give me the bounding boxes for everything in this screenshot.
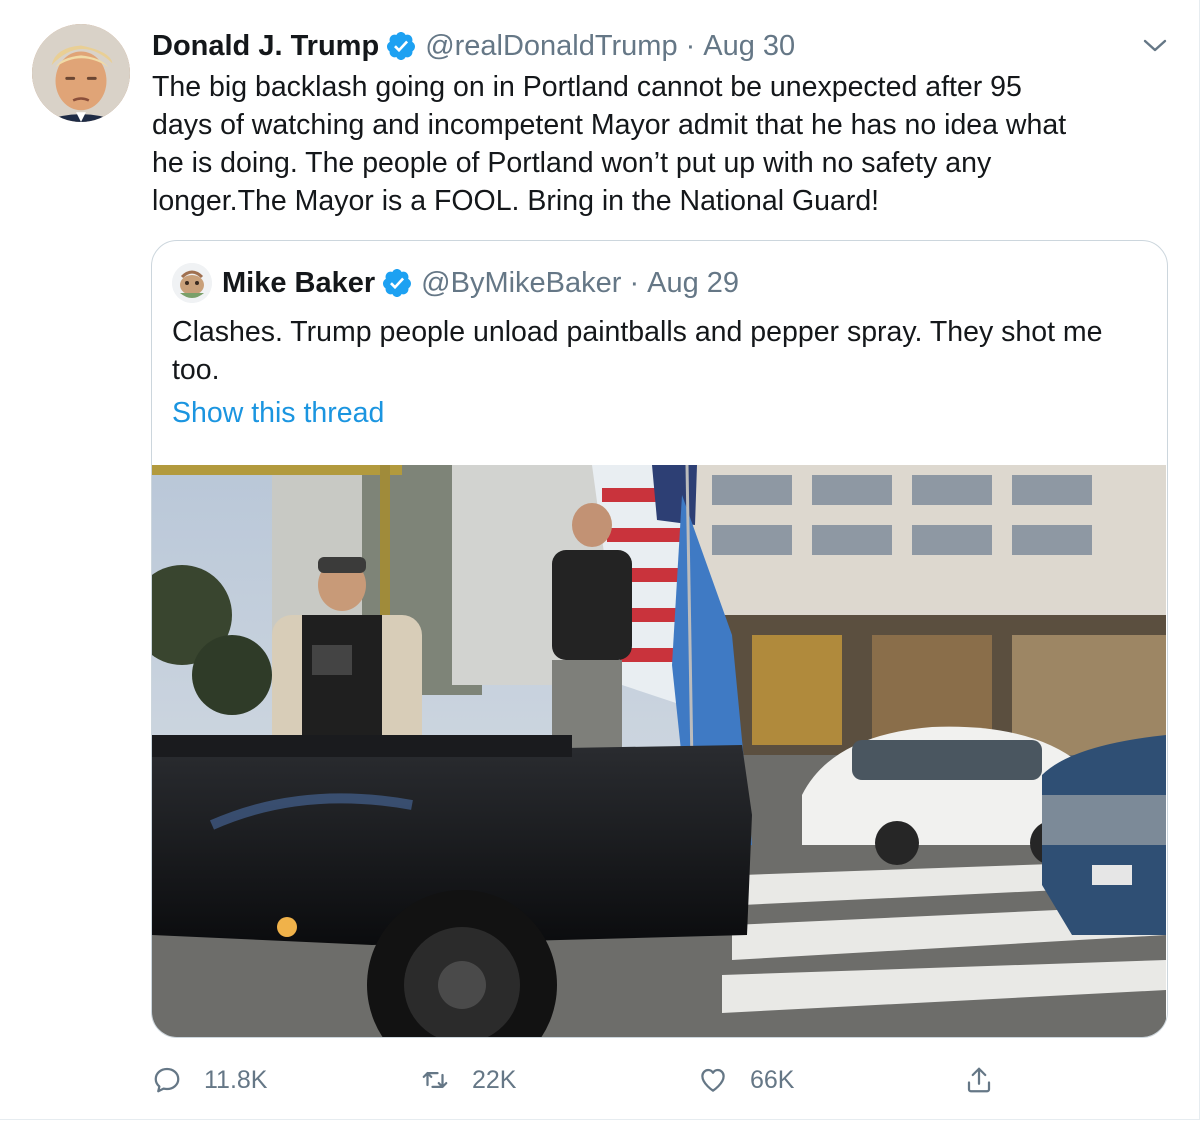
share-icon <box>967 1067 991 1093</box>
quoted-tweet[interactable]: Mike Baker @ByMikeBaker · Aug 29 Clashes… <box>151 240 1168 1038</box>
tweet-text: The big backlash going on in Portland ca… <box>152 71 1067 217</box>
verified-badge-icon <box>385 30 417 62</box>
heart-icon <box>701 1068 725 1092</box>
quoted-author-avatar-image <box>172 263 212 303</box>
reply-icon <box>154 1067 180 1093</box>
tweet-card[interactable]: Donald J. Trump @realDonaldTrump · Aug 3… <box>0 0 1200 1120</box>
quoted-tweet-date[interactable]: Aug 29 <box>647 267 739 300</box>
share-button[interactable] <box>964 1060 994 1100</box>
street-scene-image <box>152 465 1166 1037</box>
author-avatar-image <box>32 24 130 122</box>
quoted-author-avatar[interactable] <box>172 263 212 303</box>
separator-dot: · <box>685 29 696 62</box>
retweet-button[interactable]: 22K <box>420 1060 516 1100</box>
author-name[interactable]: Donald J. Trump <box>152 30 379 63</box>
quoted-tweet-text: Clashes. Trump people unload paintballs … <box>172 316 1103 386</box>
quoted-tweet-header: Mike Baker @ByMikeBaker · Aug 29 <box>172 263 739 303</box>
separator-dot: · <box>629 266 640 299</box>
author-avatar[interactable] <box>32 24 130 122</box>
tweet-actions: 11.8K 22K 66K <box>152 1060 1052 1100</box>
like-button[interactable]: 66K <box>698 1060 794 1100</box>
video-thumbnail[interactable] <box>152 465 1166 1037</box>
show-thread-link[interactable]: Show this thread <box>172 397 384 430</box>
retweet-icon <box>422 1072 448 1088</box>
reply-count: 11.8K <box>204 1065 268 1094</box>
author-handle[interactable]: @realDonaldTrump <box>425 30 677 63</box>
verified-badge-icon <box>381 267 413 299</box>
reply-button[interactable]: 11.8K <box>152 1060 267 1100</box>
quoted-author-name[interactable]: Mike Baker <box>222 267 375 300</box>
tweet-header: Donald J. Trump @realDonaldTrump · Aug 3… <box>152 26 1159 66</box>
chevron-down-icon[interactable] <box>1141 34 1169 58</box>
like-count: 66K <box>750 1065 795 1094</box>
tweet-date[interactable]: Aug 30 <box>703 30 795 63</box>
retweet-count: 22K <box>472 1065 517 1094</box>
quoted-author-handle[interactable]: @ByMikeBaker <box>421 267 621 300</box>
